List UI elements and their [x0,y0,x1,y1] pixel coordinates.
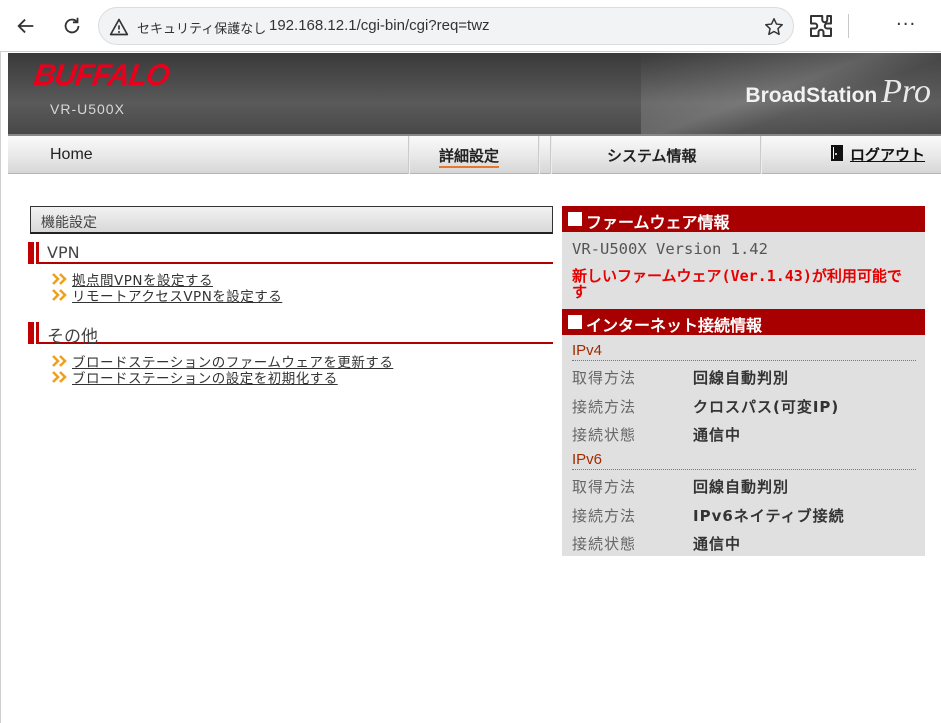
ipv4-row: 接続方法 クロスパス(可変IP) [572,396,839,417]
menu-button[interactable]: ··· [896,14,916,35]
page-border [0,51,941,52]
reload-button[interactable] [56,10,88,42]
ipv6-value: 回線自動判別 [693,478,790,496]
url-text[interactable]: 192.168.12.1/cgi-bin/cgi?req=twz [269,17,490,34]
square-bullet-icon [568,212,582,226]
model-name: VR-U500X [50,101,125,117]
nav-divider [760,136,762,174]
ipv4-value: 通信中 [693,426,742,444]
door-icon [831,145,843,161]
ipv6-label: IPv6 [572,451,916,470]
ipv6-key: 接続状態 [572,535,637,553]
ipv4-key: 取得方法 [572,369,637,387]
ipv4-key: 接続状態 [572,426,637,444]
internet-info-heading: インターネット接続情報 [562,309,925,335]
double-arrow-icon [52,371,67,383]
firmware-info-heading: ファームウェア情報 [562,206,925,232]
extensions-icon[interactable] [806,11,836,41]
ipv4-value: クロスパス(可変IP) [693,398,840,416]
reload-icon [64,17,80,34]
internet-info-heading-label: インターネット接続情報 [586,316,763,335]
arrow-left-icon [17,18,34,34]
ipv6-value: IPv6ネイティブ接続 [693,507,845,525]
ipv4-key: 接続方法 [572,398,637,416]
ipv6-value: 通信中 [693,535,742,553]
section-marker [28,322,36,344]
function-settings-title: 機能設定 [30,206,553,234]
status-panel: ファームウェア情報 VR-U500X Version 1.42 新しいファームウ… [562,206,925,556]
nav-system-info-label: システム情報 [607,147,697,165]
ipv6-row: 取得方法 回線自動判別 [572,476,789,497]
ipv4-row: 接続状態 通信中 [572,424,741,445]
nav-system-info[interactable]: システム情報 [607,145,697,166]
star-icon[interactable] [763,16,785,38]
link-factory-reset[interactable]: ブロードステーションの設定を初期化する [52,367,338,387]
top-nav: Home 詳細設定 システム情報 ログアウト [8,136,941,174]
toolbar-divider [848,14,849,38]
firmware-update-notice[interactable]: 新しいファームウェア(Ver.1.43)が利用可能です [572,268,912,300]
nav-divider [408,136,410,174]
browser-toolbar: セキュリティ保護なし 192.168.12.1/cgi-bin/cgi?req=… [0,0,941,52]
router-header: BUFFALO VR-U500X BroadStation Pro [8,53,941,136]
product-main: BroadStation [745,84,878,107]
section-other: その他 [28,322,553,347]
ipv6-row: 接続状態 通信中 [572,533,741,554]
function-settings-label: 機能設定 [41,215,97,231]
section-vpn-label: VPN [47,243,80,262]
buffalo-logo: BUFFALO [31,59,172,92]
nav-divider [538,136,540,174]
address-bar[interactable]: セキュリティ保護なし 192.168.12.1/cgi-bin/cgi?req=… [98,7,794,45]
link-remote-access-vpn-label: リモートアクセスVPNを設定する [72,289,283,305]
logout-button[interactable]: ログアウト [830,144,925,165]
nav-advanced-label: 詳細設定 [439,147,500,168]
product-logo: BroadStation Pro [745,73,931,111]
section-other-label: その他 [47,327,98,347]
firmware-version: VR-U500X Version 1.42 [572,240,768,258]
link-remote-access-vpn[interactable]: リモートアクセスVPNを設定する [52,285,282,305]
warning-triangle-icon[interactable] [109,17,129,37]
product-sub: Pro [881,73,931,110]
back-button[interactable] [10,10,42,42]
security-label[interactable]: セキュリティ保護なし [137,18,266,37]
firmware-info-heading-label: ファームウェア情報 [586,213,730,232]
square-bullet-icon [568,315,582,329]
ipv6-row: 接続方法 IPv6ネイティブ接続 [572,505,845,526]
double-arrow-icon [52,273,67,285]
section-marker [28,242,36,264]
double-arrow-icon [52,355,67,367]
logout-label: ログアウト [850,146,926,164]
ipv4-row: 取得方法 回線自動判別 [572,367,789,388]
ipv6-key: 取得方法 [572,478,637,496]
double-arrow-icon [52,289,67,301]
ipv4-label: IPv4 [572,342,916,361]
frame-edge [0,52,7,723]
nav-home[interactable]: Home [50,146,93,164]
link-factory-reset-label: ブロードステーションの設定を初期化する [72,371,338,387]
ipv4-value: 回線自動判別 [693,369,790,387]
ipv6-key: 接続方法 [572,507,637,525]
nav-divider [550,136,552,174]
nav-advanced-settings[interactable]: 詳細設定 [439,145,500,168]
section-vpn: VPN [28,242,553,264]
